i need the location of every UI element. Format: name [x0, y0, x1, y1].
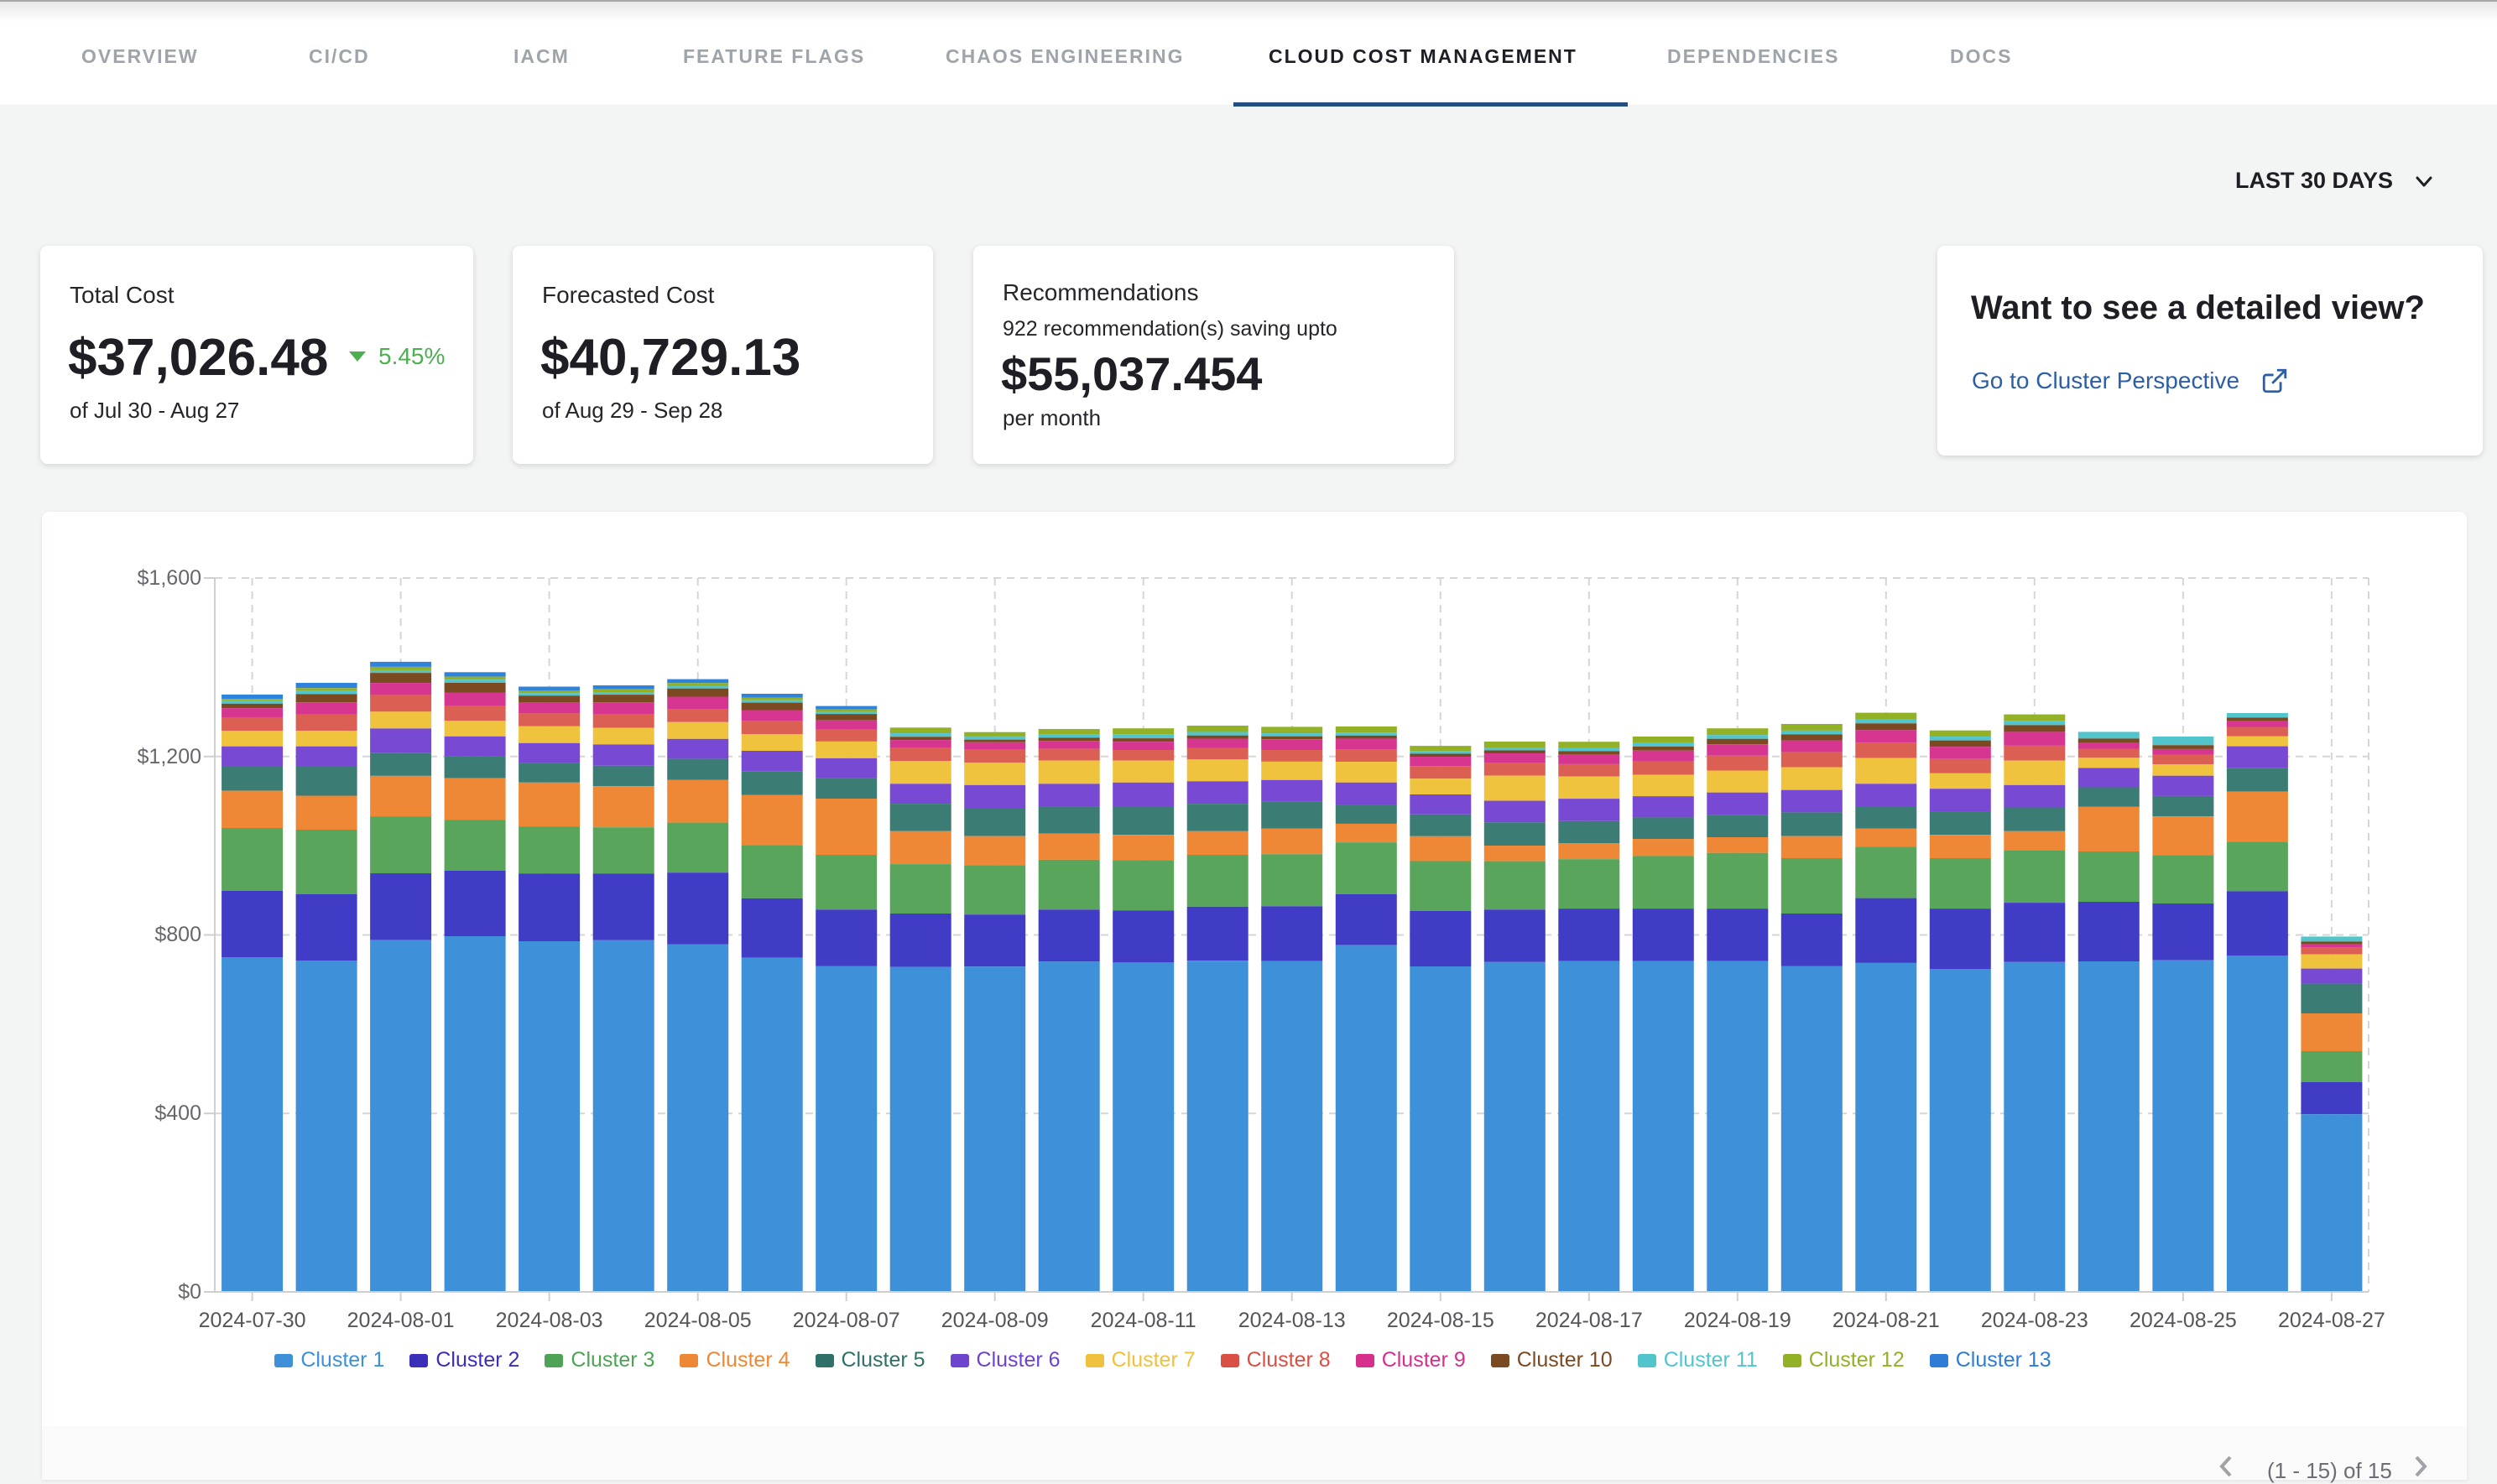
svg-text:2024-07-30: 2024-07-30	[199, 1309, 306, 1332]
svg-text:2024-08-25: 2024-08-25	[2129, 1309, 2237, 1332]
svg-text:$800: $800	[154, 923, 201, 946]
svg-text:2024-08-17: 2024-08-17	[1535, 1309, 1643, 1332]
svg-text:2024-08-03: 2024-08-03	[496, 1309, 603, 1332]
svg-text:2024-08-13: 2024-08-13	[1238, 1309, 1346, 1332]
svg-text:2024-08-15: 2024-08-15	[1387, 1309, 1494, 1332]
svg-text:$0: $0	[178, 1280, 201, 1304]
svg-text:$1,600: $1,600	[138, 566, 201, 590]
svg-text:2024-08-09: 2024-08-09	[941, 1309, 1049, 1332]
svg-text:2024-08-27: 2024-08-27	[2278, 1309, 2385, 1332]
svg-text:2024-08-21: 2024-08-21	[1832, 1309, 1940, 1332]
svg-text:$400: $400	[154, 1101, 201, 1125]
svg-text:2024-08-19: 2024-08-19	[1684, 1309, 1791, 1332]
svg-text:2024-08-07: 2024-08-07	[793, 1309, 900, 1332]
svg-text:2024-08-05: 2024-08-05	[644, 1309, 752, 1332]
svg-text:2024-08-23: 2024-08-23	[1981, 1309, 2088, 1332]
svg-text:2024-08-11: 2024-08-11	[1091, 1309, 1196, 1332]
svg-text:$1,200: $1,200	[138, 745, 201, 768]
svg-text:2024-08-01: 2024-08-01	[347, 1309, 455, 1332]
